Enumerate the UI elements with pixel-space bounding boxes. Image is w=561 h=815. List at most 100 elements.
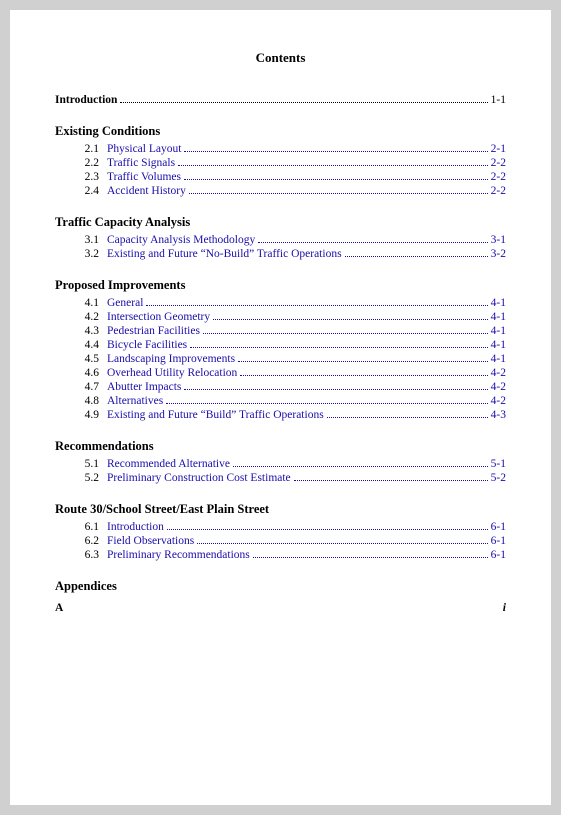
toc-dots-2-5 — [240, 375, 487, 376]
toc-page-0-1: 2-2 — [491, 157, 506, 169]
footer-row: A i — [55, 602, 506, 614]
toc-page-4-1: 6-1 — [491, 535, 506, 547]
toc-entry-4-0: 6.1Introduction 6-1 — [55, 521, 506, 533]
toc-dots-4-1 — [197, 543, 487, 544]
section-heading-1: Traffic Capacity Analysis — [55, 215, 506, 230]
toc-dots-2-3 — [190, 347, 487, 348]
toc-label-2-4: Landscaping Improvements — [107, 353, 235, 365]
toc-label-0-1: Traffic Signals — [107, 157, 175, 169]
toc-page-0-0: 2-1 — [491, 143, 506, 155]
toc-page-2-7: 4-2 — [491, 395, 506, 407]
toc-num-2-7: 4.8 — [55, 395, 107, 407]
toc-page-2-8: 4-3 — [491, 409, 506, 421]
toc-dots-2-8 — [327, 417, 488, 418]
toc-label-0-3: Accident History — [107, 185, 186, 197]
toc-entry-0-3: 2.4Accident History2-2 — [55, 185, 506, 197]
toc-label-4-0: Introduction — [107, 521, 164, 533]
toc-dots-0-0 — [184, 151, 487, 152]
toc-label-2-3: Bicycle Facilities — [107, 339, 187, 351]
section-heading-4: Route 30/School Street/East Plain Street — [55, 502, 506, 517]
section-heading-0: Existing Conditions — [55, 124, 506, 139]
toc-label-2-8: Existing and Future “Build” Traffic Oper… — [107, 409, 324, 421]
toc-page-2-3: 4-1 — [491, 339, 506, 351]
toc-entry-4-2: 6.3Preliminary Recommendations 6-1 — [55, 549, 506, 561]
toc-num-4-0: 6.1 — [55, 521, 107, 533]
intro-page: 1-1 — [491, 94, 506, 106]
toc-num-2-3: 4.4 — [55, 339, 107, 351]
toc-label-3-0: Recommended Alternative — [107, 458, 230, 470]
toc-entry-2-1: 4.2Intersection Geometry4-1 — [55, 311, 506, 323]
section-heading-3: Recommendations — [55, 439, 506, 454]
toc-entry-2-6: 4.7Abutter Impacts 4-2 — [55, 381, 506, 393]
toc-page-3-1: 5-2 — [491, 472, 506, 484]
intro-dots — [120, 102, 487, 103]
toc-dots-2-1 — [213, 319, 488, 320]
toc-label-4-1: Field Observations — [107, 535, 194, 547]
toc-num-1-0: 3.1 — [55, 234, 107, 246]
toc-num-2-6: 4.7 — [55, 381, 107, 393]
toc-label-2-6: Abutter Impacts — [107, 381, 181, 393]
toc-dots-2-0 — [146, 305, 487, 306]
toc-page-2-0: 4-1 — [491, 297, 506, 309]
toc-entry-2-0: 4.1General 4-1 — [55, 297, 506, 309]
toc-dots-4-2 — [253, 557, 488, 558]
toc-entry-2-3: 4.4Bicycle Facilities 4-1 — [55, 339, 506, 351]
toc-num-2-2: 4.3 — [55, 325, 107, 337]
toc-dots-1-1 — [345, 256, 488, 257]
toc-dots-0-2 — [184, 179, 488, 180]
toc-label-0-0: Physical Layout — [107, 143, 181, 155]
toc-dots-0-1 — [178, 165, 488, 166]
toc-dots-2-7 — [166, 403, 487, 404]
toc-entry-2-4: 4.5Landscaping Improvements 4-1 — [55, 353, 506, 365]
toc-dots-2-6 — [184, 389, 487, 390]
toc-page-2-6: 4-2 — [491, 381, 506, 393]
toc-entry-3-0: 5.1Recommended Alternative5-1 — [55, 458, 506, 470]
toc-entry-0-2: 2.3Traffic Volumes 2-2 — [55, 171, 506, 183]
toc-page-4-0: 6-1 — [491, 521, 506, 533]
toc-dots-2-2 — [203, 333, 488, 334]
toc-num-0-3: 2.4 — [55, 185, 107, 197]
toc-dots-4-0 — [167, 529, 488, 530]
toc-entry-2-7: 4.8Alternatives4-2 — [55, 395, 506, 407]
footer-page: i — [503, 602, 506, 614]
toc-num-4-1: 6.2 — [55, 535, 107, 547]
toc-page-2-2: 4-1 — [491, 325, 506, 337]
appendices-heading: Appendices — [55, 579, 506, 594]
toc-page-1-1: 3-2 — [491, 248, 506, 260]
toc-page-3-0: 5-1 — [491, 458, 506, 470]
toc-label-1-1: Existing and Future “No-Build” Traffic O… — [107, 248, 342, 260]
toc-page-4-2: 6-1 — [491, 549, 506, 561]
toc-dots-2-4 — [238, 361, 488, 362]
toc-dots-3-1 — [294, 480, 488, 481]
toc-label-1-0: Capacity Analysis Methodology — [107, 234, 255, 246]
toc-num-2-0: 4.1 — [55, 297, 107, 309]
toc-entry-3-1: 5.2Preliminary Construction Cost Estimat… — [55, 472, 506, 484]
toc-num-0-2: 2.3 — [55, 171, 107, 183]
toc-entry-0-0: 2.1Physical Layout 2-1 — [55, 143, 506, 155]
toc-entry-1-1: 3.2Existing and Future “No-Build” Traffi… — [55, 248, 506, 260]
toc-page-2-5: 4-2 — [491, 367, 506, 379]
footer-label: A — [55, 602, 63, 614]
toc-num-2-1: 4.2 — [55, 311, 107, 323]
toc-page-0-2: 2-2 — [491, 171, 506, 183]
toc-num-0-0: 2.1 — [55, 143, 107, 155]
toc-dots-1-0 — [258, 242, 487, 243]
toc-page-2-4: 4-1 — [491, 353, 506, 365]
toc-num-4-2: 6.3 — [55, 549, 107, 561]
toc-label-0-2: Traffic Volumes — [107, 171, 181, 183]
toc-page-1-0: 3-1 — [491, 234, 506, 246]
toc-label-2-2: Pedestrian Facilities — [107, 325, 200, 337]
intro-entry: Introduction 1-1 — [55, 94, 506, 106]
toc-label-3-1: Preliminary Construction Cost Estimate — [107, 472, 291, 484]
toc-label-4-2: Preliminary Recommendations — [107, 549, 250, 561]
toc-label-2-0: General — [107, 297, 143, 309]
toc-dots-0-3 — [189, 193, 488, 194]
toc-num-2-4: 4.5 — [55, 353, 107, 365]
section-heading-2: Proposed Improvements — [55, 278, 506, 293]
toc-num-2-8: 4.9 — [55, 409, 107, 421]
toc-num-1-1: 3.2 — [55, 248, 107, 260]
intro-label: Introduction — [55, 94, 117, 106]
toc-label-2-5: Overhead Utility Relocation — [107, 367, 237, 379]
page: Contents Introduction 1-1 Existing Condi… — [10, 10, 551, 805]
toc-num-2-5: 4.6 — [55, 367, 107, 379]
